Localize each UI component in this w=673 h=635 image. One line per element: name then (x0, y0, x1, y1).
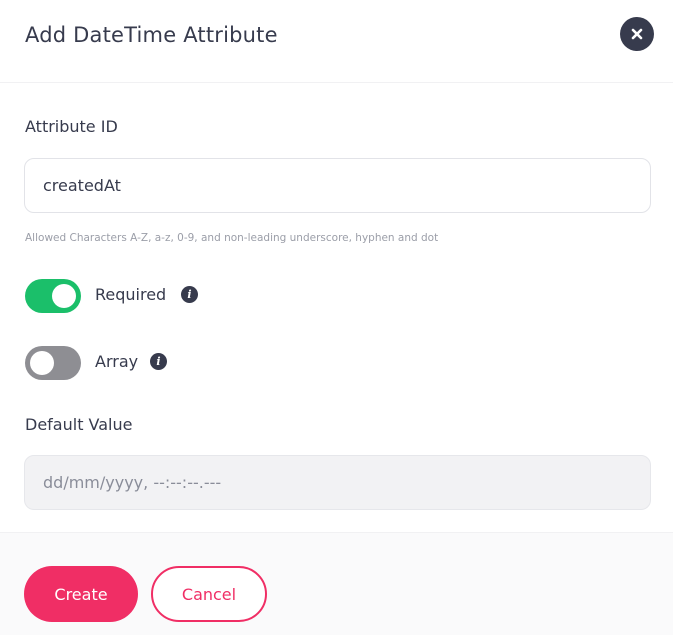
toggle-knob (30, 351, 54, 375)
create-button[interactable]: Create (24, 566, 138, 622)
toggle-knob (52, 284, 76, 308)
array-info-icon[interactable]: i (150, 353, 167, 370)
close-button[interactable] (620, 17, 654, 51)
array-label: Array (95, 352, 139, 371)
dialog-title: Add DateTime Attribute (25, 23, 278, 47)
attribute-id-input[interactable] (25, 159, 650, 212)
array-toggle[interactable] (25, 346, 81, 380)
attribute-id-hint: Allowed Characters A-Z, a-z, 0-9, and no… (25, 232, 439, 244)
attribute-id-field-box (24, 158, 651, 213)
default-value-field-box (24, 455, 651, 510)
required-toggle[interactable] (25, 279, 81, 313)
dialog-header: Add DateTime Attribute (0, 0, 673, 83)
add-datetime-attribute-dialog: Add DateTime Attribute Attribute ID Allo… (0, 0, 673, 635)
dialog-footer: Create Cancel (0, 532, 673, 635)
required-label: Required (95, 285, 167, 304)
required-info-icon[interactable]: i (181, 286, 198, 303)
close-icon (631, 28, 643, 40)
default-value-input[interactable] (25, 456, 650, 509)
attribute-id-label: Attribute ID (25, 117, 118, 136)
cancel-button[interactable]: Cancel (151, 566, 267, 622)
default-value-label: Default Value (25, 415, 133, 434)
